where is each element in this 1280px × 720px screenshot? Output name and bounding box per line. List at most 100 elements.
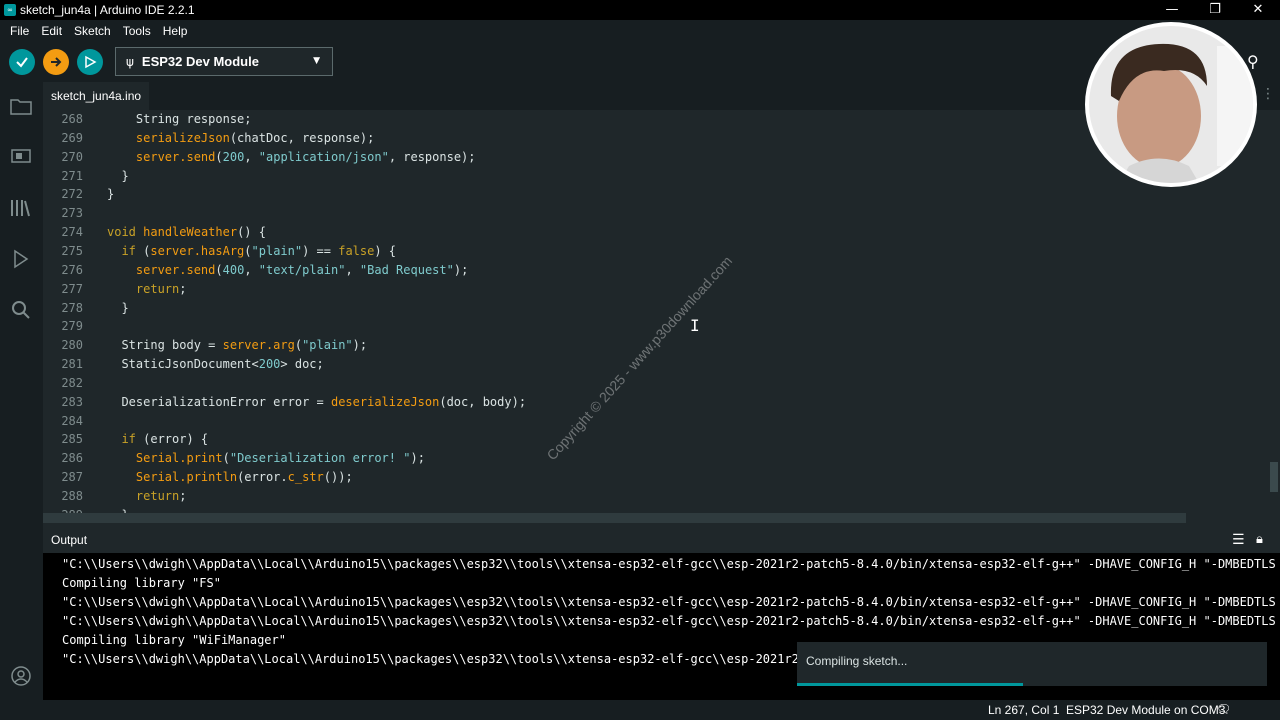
account-icon[interactable]	[7, 662, 35, 690]
progress-bar	[797, 683, 1023, 686]
line-number: 272	[61, 187, 83, 202]
code-line[interactable]: 288 return;	[43, 487, 1280, 506]
line-number: 274	[61, 225, 83, 240]
code-text: if (server.hasArg("plain") == false) {	[121, 243, 397, 258]
code-line[interactable]: 273	[43, 204, 1280, 223]
code-line[interactable]: 282	[43, 374, 1280, 393]
code-line[interactable]: 287 Serial.println(error.c_str());	[43, 468, 1280, 487]
line-number: 280	[61, 338, 83, 353]
line-number: 283	[61, 394, 83, 409]
code-line[interactable]: 285 if (error) {	[43, 430, 1280, 449]
code-line[interactable]: 286 Serial.print("Deserialization error!…	[43, 449, 1280, 468]
title-bar: ∞ sketch_jun4a | Arduino IDE 2.2.1 — ❐ ✕	[0, 0, 1280, 20]
usb-icon: ψ	[126, 54, 134, 69]
menu-edit[interactable]: Edit	[35, 24, 68, 38]
menu-file[interactable]: File	[4, 24, 35, 38]
code-line[interactable]: 276 server.send(400, "text/plain", "Bad …	[43, 261, 1280, 280]
code-line[interactable]: 283 DeserializationError error = deseria…	[43, 393, 1280, 412]
line-number: 276	[61, 262, 83, 277]
code-text: String response;	[107, 112, 252, 126]
search-icon[interactable]	[7, 296, 35, 324]
vertical-scrollbar[interactable]	[1270, 462, 1278, 492]
debug-sidebar-icon[interactable]	[7, 245, 35, 273]
horizontal-scrollbar[interactable]	[43, 513, 1186, 523]
code-line[interactable]: 275 if (server.hasArg("plain") == false)…	[43, 242, 1280, 261]
code-line[interactable]: 278 }	[43, 299, 1280, 318]
webcam-overlay	[1085, 22, 1257, 187]
verify-button[interactable]	[9, 49, 35, 75]
notifications-icon[interactable]: 🗨	[1216, 702, 1231, 716]
window-title: sketch_jun4a | Arduino IDE 2.2.1	[20, 3, 195, 17]
code-text: return;	[135, 489, 187, 503]
line-number: 282	[61, 375, 83, 390]
board-selector[interactable]: ψ ESP32 Dev Module ▼	[115, 47, 333, 76]
line-number: 285	[61, 432, 83, 447]
code-line[interactable]: 281 StaticJsonDocument<200> doc;	[43, 355, 1280, 374]
code-line[interactable]: 274 void handleWeather() {	[43, 223, 1280, 242]
code-text: return;	[135, 281, 187, 296]
chevron-down-icon: ▼	[313, 56, 320, 66]
line-number: 269	[61, 130, 83, 145]
output-title: Output	[51, 533, 88, 547]
line-number: 277	[61, 281, 83, 296]
status-bar: Ln 267, Col 1 ESP32 Dev Module on COM3 🗨	[0, 700, 1280, 720]
serial-monitor-icon[interactable]: ⚲	[1247, 52, 1267, 72]
clear-output-icon[interactable]: ☰	[1232, 532, 1245, 548]
progress-notification: Compiling sketch...	[797, 642, 1267, 686]
menu-sketch[interactable]: Sketch	[68, 24, 117, 38]
arrow-right-icon	[51, 57, 62, 67]
code-line[interactable]: 284	[43, 412, 1280, 431]
code-line[interactable]: 277 return;	[43, 280, 1280, 299]
code-line[interactable]: 272}	[43, 185, 1280, 204]
arduino-logo-icon: ∞	[4, 4, 16, 16]
sketchbook-folder-icon[interactable]	[7, 92, 35, 120]
progress-track	[797, 683, 1267, 686]
code-text: }	[107, 300, 129, 315]
minimize-button[interactable]: —	[1150, 0, 1194, 20]
line-number: 270	[61, 149, 83, 164]
board-label: ESP32 Dev Module	[141, 54, 259, 69]
cursor-position[interactable]: Ln 267, Col 1	[988, 703, 1059, 717]
menu-help[interactable]: Help	[157, 24, 194, 38]
restore-button[interactable]: ❐	[1193, 0, 1237, 20]
code-text: server.send(200, "application/json", res…	[135, 149, 476, 164]
code-text: }	[107, 187, 115, 202]
code-line[interactable]: 270 server.send(200, "application/json",…	[43, 148, 1280, 167]
debug-button[interactable]	[77, 49, 103, 75]
code-line[interactable]: 271 }	[43, 167, 1280, 186]
output-line: "C:\\Users\\dwigh\\AppData\\Local\\Ardui…	[62, 595, 1276, 609]
tab-sketch-file[interactable]: sketch_jun4a.ino	[43, 82, 150, 110]
upload-button[interactable]	[43, 49, 69, 75]
code-text: String body = server.arg("plain");	[107, 338, 368, 353]
boards-manager-icon[interactable]	[7, 142, 35, 170]
notification-text: Compiling sketch...	[806, 654, 908, 668]
line-number: 278	[61, 300, 83, 315]
output-header: Output ☰ 🔒︎	[43, 530, 1280, 552]
code-text: }	[107, 168, 129, 183]
presenter-image	[1089, 26, 1253, 183]
line-number: 271	[61, 168, 83, 183]
code-text: void handleWeather() {	[107, 225, 266, 240]
line-number: 284	[61, 413, 83, 428]
code-text: Serial.println(error.c_str());	[135, 470, 353, 485]
output-line: "C:\\Users\\dwigh\\AppData\\Local\\Ardui…	[62, 652, 799, 666]
code-text: if (error) {	[121, 432, 209, 447]
line-number: 273	[61, 206, 83, 221]
menu-tools[interactable]: Tools	[117, 24, 157, 38]
close-button[interactable]: ✕	[1236, 0, 1280, 20]
output-line: Compiling library "FS"	[62, 576, 221, 590]
output-line: "C:\\Users\\dwigh\\AppData\\Local\\Ardui…	[62, 614, 1276, 628]
line-number: 287	[61, 470, 83, 485]
code-text: StaticJsonDocument<200> doc;	[107, 357, 324, 372]
checkmark-icon	[16, 57, 28, 68]
more-tabs-icon[interactable]: ⋮	[1261, 86, 1275, 102]
code-text: server.send(400, "text/plain", "Bad Requ…	[135, 262, 469, 277]
text-cursor-icon: I	[690, 316, 700, 335]
board-status[interactable]: ESP32 Dev Module on COM3	[1066, 703, 1225, 717]
lock-scroll-icon[interactable]: 🔒︎	[1256, 532, 1263, 547]
library-manager-icon[interactable]	[7, 194, 35, 222]
output-line: Compiling library "WiFiManager"	[62, 633, 286, 647]
code-editor[interactable]: 268 String response; 269 serializeJson(ch…	[43, 110, 1280, 525]
sidebar	[0, 82, 43, 700]
line-number: 275	[61, 243, 83, 258]
